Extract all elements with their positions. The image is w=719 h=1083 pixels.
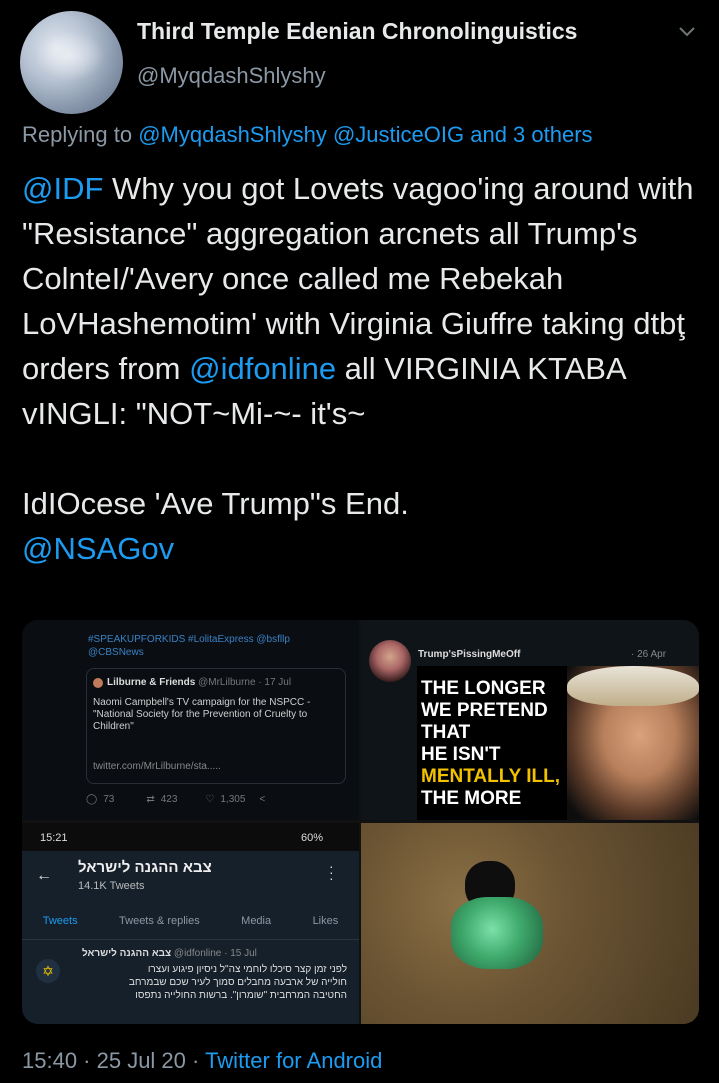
quoted-tweet: Lilburne & Friends @MrLilburne · 17 Jul … [86, 668, 346, 784]
trump-user: Trump'sPissingMeOff [418, 649, 521, 660]
back-arrow-icon: ← [36, 867, 52, 884]
headline-line3: THAT [421, 722, 471, 743]
replying-to-label: Replying to [22, 122, 133, 147]
tab-media: Media [241, 915, 272, 927]
status-time: 15:21 [40, 832, 68, 844]
tweet-footer: 15:40 · 25 Jul 20 · Twitter for Android [22, 1048, 382, 1074]
more-icon: · · · [329, 858, 334, 886]
share-icon: < [259, 794, 266, 805]
tweets-count: 14.1K Tweets [78, 880, 145, 892]
retweet-icon: ⇄ [146, 794, 155, 805]
headline-line4: HE ISN'T [421, 744, 501, 765]
author-handle[interactable]: @MyqdashShlyshy [137, 63, 326, 89]
hair [567, 666, 699, 706]
tweet-timestamp[interactable]: 15:40 · 25 Jul 20 [22, 1048, 186, 1073]
media-image-2[interactable]: Trump'sPissingMeOff · 26 Apr THE LONGER … [361, 620, 699, 820]
chevron-down-icon[interactable] [678, 22, 696, 43]
tweet-client[interactable]: Twitter for Android [205, 1048, 382, 1073]
quoted-handle: @MrLilburne · 17 Jul [198, 677, 292, 688]
idf-avatar: ✡ [36, 959, 60, 983]
status-battery: 60% [301, 832, 324, 844]
tab-tweets: Tweets [42, 915, 78, 927]
trump-date: · 26 Apr [631, 649, 667, 660]
green-bag [451, 897, 543, 969]
media-grid: #SPEAKUPFORKIDS #LolitaExpress @bsfllp @… [22, 620, 699, 1024]
tab-tweets-replies: Tweets & replies [119, 915, 200, 927]
replying-to: Replying to @MyqdashShlyshy @JusticeOIG … [22, 122, 593, 148]
avatar [93, 678, 103, 688]
replying-to-others[interactable]: and 3 others [470, 122, 592, 147]
quoted-text: Naomi Campbell's TV campaign for the NSP… [93, 697, 311, 732]
separator: · [185, 1048, 206, 1073]
idf-tweet-line1: לפני זמן קצר סיכלו לוחמי צה"ל ניסיון פיג… [147, 964, 347, 975]
tab-likes: Likes [312, 915, 339, 927]
author-avatar[interactable] [20, 11, 123, 114]
tweet-text: @IDF Why you got Lovets vagoo'ing around… [22, 166, 702, 571]
headline-line1: THE LONGER [421, 678, 546, 699]
media-image-3[interactable]: 15:21 60% ← צבא ההגנה לישראל 14.1K Tweet… [22, 823, 359, 1024]
headline-line5: MENTALLY ILL, [421, 766, 560, 787]
media-image-1[interactable]: #SPEAKUPFORKIDS #LolitaExpress @bsfllp @… [22, 620, 359, 820]
hashtags: #SPEAKUPFORKIDS #LolitaExpress @bsfllp [88, 634, 290, 645]
idf-tweet-line2: חולייה של ארבעה מחבלים סמוך לעיר שכם שבמ… [128, 977, 347, 988]
headline-line6: THE MORE [421, 788, 522, 809]
like-count: 1,305 [220, 794, 246, 805]
idf-tweet-handle: @idfonline · 15 Jul [173, 948, 257, 959]
idf-tweet-name: צבא ההגנה לישראל [82, 948, 172, 959]
profile-name: צבא ההגנה לישראל [78, 859, 212, 876]
heart-icon: ♡ [205, 794, 215, 805]
reply-count: 73 [103, 794, 115, 805]
replying-to-users[interactable]: @MyqdashShlyshy @JusticeOIG [138, 122, 464, 147]
media-image-4[interactable] [361, 823, 699, 1024]
tweet-text-part3: IdIOcese 'Ave Trump"s End. [22, 486, 409, 521]
quoted-name: Lilburne & Friends [107, 677, 196, 688]
retweet-count: 423 [160, 794, 178, 805]
cbs-mention: @CBSNews [88, 647, 144, 658]
mention-idfonline[interactable]: @idfonline [189, 351, 336, 386]
mention-idf[interactable]: @IDF [22, 171, 103, 206]
quoted-link: twitter.com/MrLilburne/sta..... [93, 761, 221, 772]
author-name[interactable]: Third Temple Edenian Chronolinguistics [137, 18, 577, 45]
reply-icon: ◯ [86, 794, 98, 805]
mention-nsagov[interactable]: @NSAGov [22, 531, 174, 566]
idf-tweet-line3: החטיבה המרחבית "שומרון". ברשות החולייה נ… [135, 990, 347, 1001]
headline-line2: WE PRETEND [421, 700, 548, 721]
avatar [369, 640, 411, 682]
